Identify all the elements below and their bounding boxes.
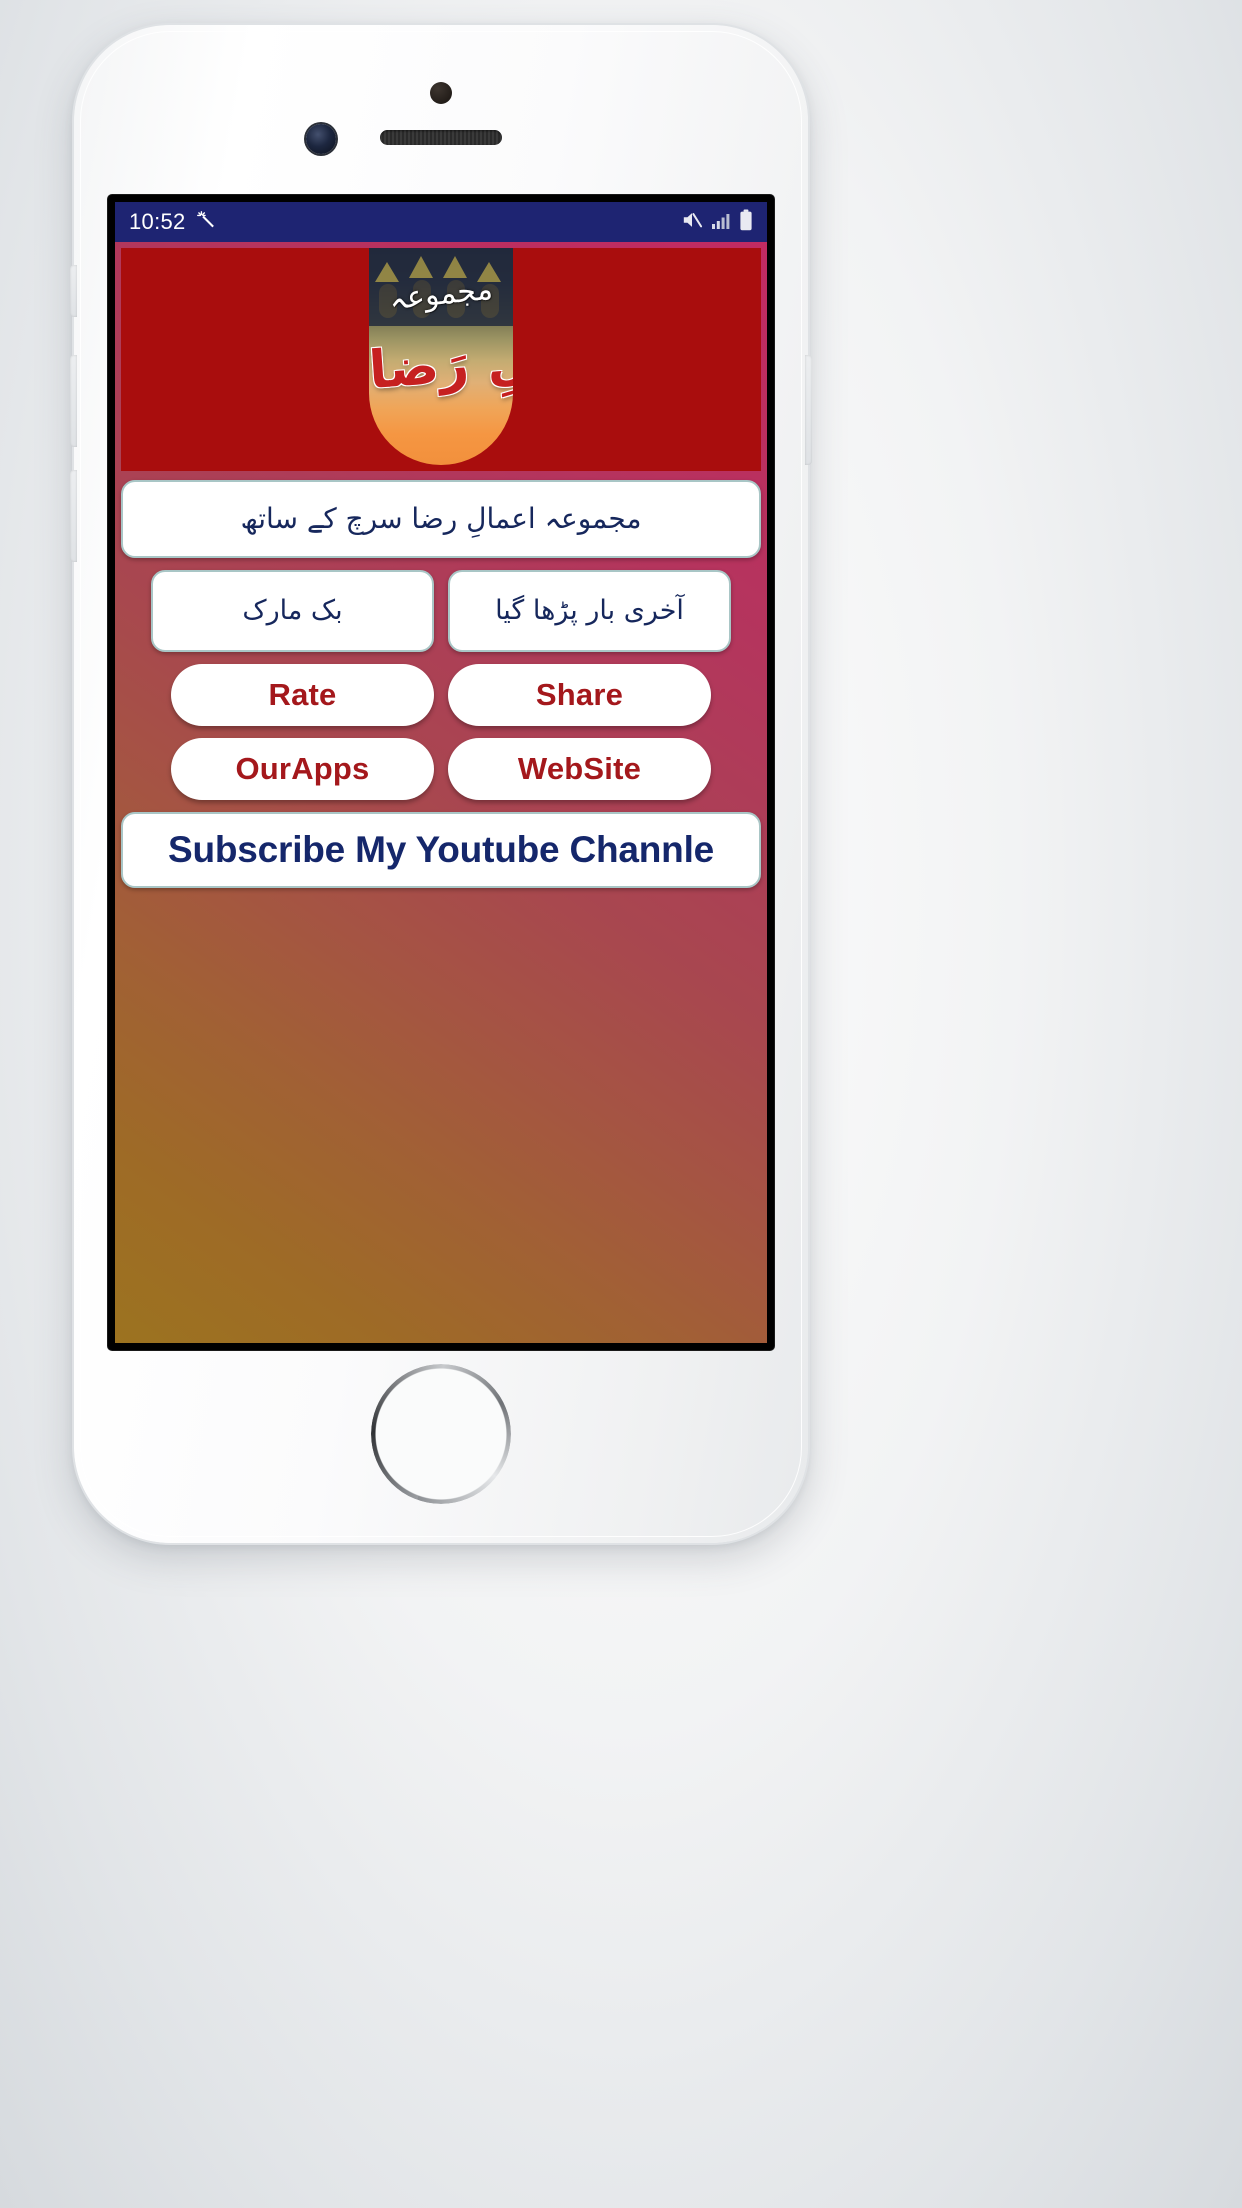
logo-main-word: اَعمالِ رَضا [369,322,513,401]
search-button-label: مجموعہ اعمالِ رضا سرچ کے ساتھ [240,502,642,536]
status-bar-right [681,209,753,236]
share-button[interactable]: Share [448,664,711,726]
status-time: 10:52 [129,209,186,234]
rate-share-row: Rate Share [121,664,761,726]
header-banner: مجموعہ اَعمالِ رَضا [121,248,761,471]
app-logo-image: مجموعہ اَعمالِ رَضا [369,248,513,465]
youtube-row: Subscribe My Youtube Channle [121,812,761,888]
subscribe-youtube-label: Subscribe My Youtube Channle [167,829,715,870]
signal-bars-icon [711,210,731,235]
front-camera-icon [306,124,336,154]
subscribe-youtube-button[interactable]: Subscribe My Youtube Channle [121,812,761,888]
search-row: مجموعہ اعمالِ رضا سرچ کے ساتھ [121,480,761,558]
last-read-button-label: آخری بار پڑھا گیا [495,594,684,626]
silent-switch[interactable] [70,265,77,317]
home-button[interactable] [371,1364,511,1504]
bookmark-lastread-row: بک مارک آخری بار پڑھا گیا [121,570,761,652]
our-apps-button[interactable]: OurApps [171,738,434,800]
main-button-area: مجموعہ اعمالِ رضا سرچ کے ساتھ بک مارک آخ… [115,471,767,888]
app-screen: 10:52 مجموعہ اَعمالِ رَضا مجموعہ اعمالِ … [115,202,767,1343]
proximity-sensor-icon [430,82,452,104]
volume-down-button[interactable] [70,470,77,562]
share-button-label: Share [535,677,624,712]
magic-wand-icon [195,209,217,236]
status-bar-left: 10:52 [129,209,217,236]
volume-up-button[interactable] [70,355,77,447]
bookmark-button[interactable]: بک مارک [151,570,434,652]
mute-icon [681,210,703,235]
phone-device-frame: 10:52 مجموعہ اَعمالِ رَضا مجموعہ اعمالِ … [70,25,812,1543]
page-backdrop: 10:52 مجموعہ اَعمالِ رَضا مجموعہ اعمالِ … [0,0,1242,2208]
our-apps-button-label: OurApps [235,751,370,786]
bookmark-button-label: بک مارک [242,594,343,626]
website-button[interactable]: WebSite [448,738,711,800]
power-button[interactable] [805,355,812,465]
search-with-amal-e-raza-button[interactable]: مجموعہ اعمالِ رضا سرچ کے ساتھ [121,480,761,558]
status-bar: 10:52 [115,202,767,242]
website-button-label: WebSite [517,751,642,786]
screen-bezel: 10:52 مجموعہ اَعمالِ رَضا مجموعہ اعمالِ … [108,195,774,1350]
ourapps-website-row: OurApps WebSite [121,738,761,800]
battery-icon [739,209,753,236]
last-read-button[interactable]: آخری بار پڑھا گیا [448,570,731,652]
rate-button-label: Rate [268,677,337,712]
rate-button[interactable]: Rate [171,664,434,726]
earpiece-speaker [380,130,502,145]
